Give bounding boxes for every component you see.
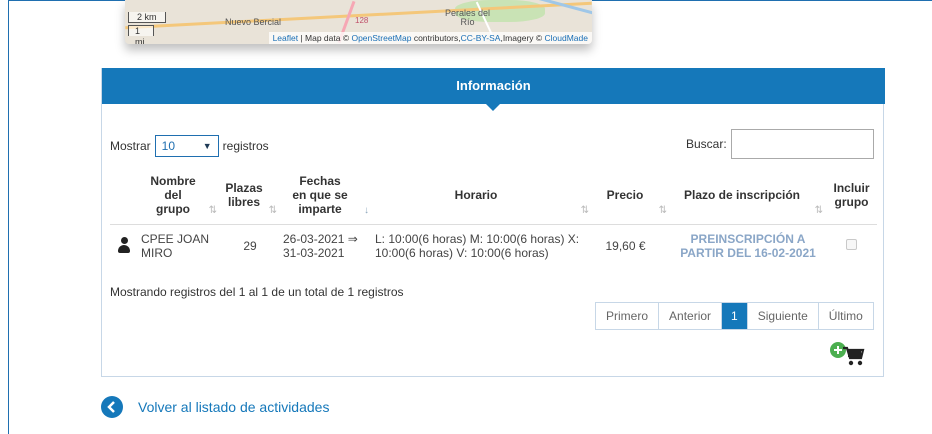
col-precio[interactable]: Precio ⇅	[592, 166, 670, 225]
col-icon	[110, 166, 138, 225]
sort-icon[interactable]: ⇅	[815, 204, 823, 218]
length-suffix: registros	[222, 139, 269, 153]
col-label: Plazo de inscripción	[683, 187, 801, 202]
map-scale: 2 km 1 mi	[128, 12, 166, 44]
header-arrow	[486, 104, 500, 111]
search-control: Buscar:	[686, 129, 874, 159]
sort-asc-icon[interactable]: ↓	[364, 204, 369, 218]
pager-page-button[interactable]: 1	[722, 303, 748, 329]
cell-text: PREINSCRIPCIÓN A	[690, 232, 806, 247]
search-label: Buscar:	[686, 137, 727, 151]
cell-text: CPEE JOAN	[141, 232, 210, 247]
page-length-value: 10	[161, 139, 176, 153]
attribution-text: contributors,	[411, 33, 461, 43]
cell-text: MIRO	[141, 246, 173, 261]
col-incluir: Incluir grupo	[826, 166, 877, 225]
cell-text: L: 10:00(6 horas) M: 10:00(6 horas) X:	[375, 232, 580, 247]
cell-precio: 19,60 €	[605, 239, 646, 254]
col-plazo[interactable]: Plazo de inscripción ⇅	[670, 166, 826, 225]
map-scale-mi: 1 mi	[128, 25, 154, 44]
cell-plazas: 29	[243, 239, 257, 254]
back-link-label: Volver al listado de actividades	[138, 399, 330, 415]
chevron-down-icon: ▼	[202, 141, 212, 151]
col-label: Nombre	[150, 173, 196, 188]
col-label: Horario	[454, 187, 498, 202]
panel-title: Información	[456, 78, 531, 93]
length-prefix: Mostrar	[110, 139, 151, 153]
pagination: Primero Anterior 1 Siguiente Último	[595, 302, 874, 330]
cell-text: 10:00(6 horas) V: 10:00(6 horas)	[375, 246, 549, 261]
sort-icon[interactable]: ⇅	[209, 204, 217, 218]
col-plazas[interactable]: Plazas libres ⇅	[220, 166, 280, 225]
col-label: Precio	[606, 187, 644, 202]
person-icon	[118, 236, 130, 253]
col-nombre[interactable]: Nombre del grupo ⇅	[138, 166, 220, 225]
attribution-text: ,Imagery ©	[500, 33, 545, 43]
include-group-checkbox[interactable]	[846, 239, 857, 251]
cloudmade-link[interactable]: CloudMade	[545, 33, 588, 43]
license-link[interactable]: CC-BY-SA	[461, 33, 501, 43]
cell-nombre: CPEE JOAN MIRO	[138, 224, 220, 268]
page-length-control: Mostrar 10 ▼ registros	[110, 135, 269, 157]
info-panel: Información Mostrar 10 ▼ registros Busca…	[101, 68, 885, 377]
table-info: Mostrando registros del 1 al 1 de un tot…	[110, 285, 404, 299]
cell-fechas: 26-03-2021 ⇒ 31-03-2021	[280, 224, 372, 268]
pager-last-button[interactable]: Último	[819, 303, 873, 329]
cell-plazo: PREINSCRIPCIÓN A PARTIR DEL 16-02-2021	[670, 224, 826, 268]
col-label: en que se	[292, 187, 348, 202]
sort-icon[interactable]: ⇅	[581, 204, 589, 218]
col-label: imparte	[298, 201, 342, 216]
cell-text: PARTIR DEL 16-02-2021	[680, 246, 816, 261]
panel-header: Información	[102, 68, 885, 111]
map-scale-km: 2 km	[128, 12, 166, 23]
back-to-activities-link[interactable]: Volver al listado de actividades	[101, 396, 329, 418]
add-to-cart-icon[interactable]	[829, 341, 865, 367]
map-attribution: Leaflet | Map data © OpenStreetMap contr…	[268, 32, 592, 44]
osm-link[interactable]: OpenStreetMap	[351, 33, 411, 43]
map-road-label: 128	[355, 16, 369, 25]
col-label: libres	[227, 194, 260, 209]
col-label: Plazas	[225, 180, 263, 195]
col-label: Fechas	[299, 173, 341, 188]
cell-text: 31-03-2021	[283, 246, 345, 261]
cell-incluir	[826, 224, 877, 268]
sort-icon[interactable]: ⇅	[269, 204, 277, 218]
attribution-text: | Map data ©	[298, 33, 352, 43]
map[interactable]: Nuevo Bercial Perales del Río 128 2 km 1…	[125, 0, 592, 44]
col-label: grupo	[834, 194, 869, 209]
col-horario[interactable]: Horario ⇅	[372, 166, 592, 225]
map-place-label-line: Río	[460, 17, 475, 27]
search-input[interactable]	[730, 129, 874, 159]
leaflet-link[interactable]: Leaflet	[273, 33, 299, 43]
pager-first-button[interactable]: Primero	[596, 303, 660, 329]
col-label: del	[164, 187, 182, 202]
map-place-label: Perales del Río	[445, 9, 490, 27]
table-row: CPEE JOAN MIRO 29 26-03-2021 ⇒ 31-03-202…	[110, 224, 877, 268]
col-fechas[interactable]: Fechas en que se imparte ↓	[280, 166, 372, 225]
cell-horario: L: 10:00(6 horas) M: 10:00(6 horas) X: 1…	[372, 224, 592, 268]
groups-table: Nombre del grupo ⇅ Plazas libres ⇅ Fecha…	[110, 166, 877, 268]
col-label: grupo	[156, 201, 190, 216]
col-label: Incluir	[833, 180, 870, 195]
row-icon-cell	[110, 224, 138, 268]
cell-text: 26-03-2021 ⇒	[283, 232, 358, 247]
sort-icon[interactable]: ⇅	[659, 204, 667, 218]
chevron-left-icon	[101, 396, 123, 418]
page-length-select[interactable]: 10 ▼	[154, 135, 219, 157]
map-place-label: Nuevo Bercial	[225, 17, 282, 27]
pager-next-button[interactable]: Siguiente	[748, 303, 819, 329]
table-header-row: Nombre del grupo ⇅ Plazas libres ⇅ Fecha…	[110, 166, 877, 225]
pager-prev-button[interactable]: Anterior	[659, 303, 723, 329]
